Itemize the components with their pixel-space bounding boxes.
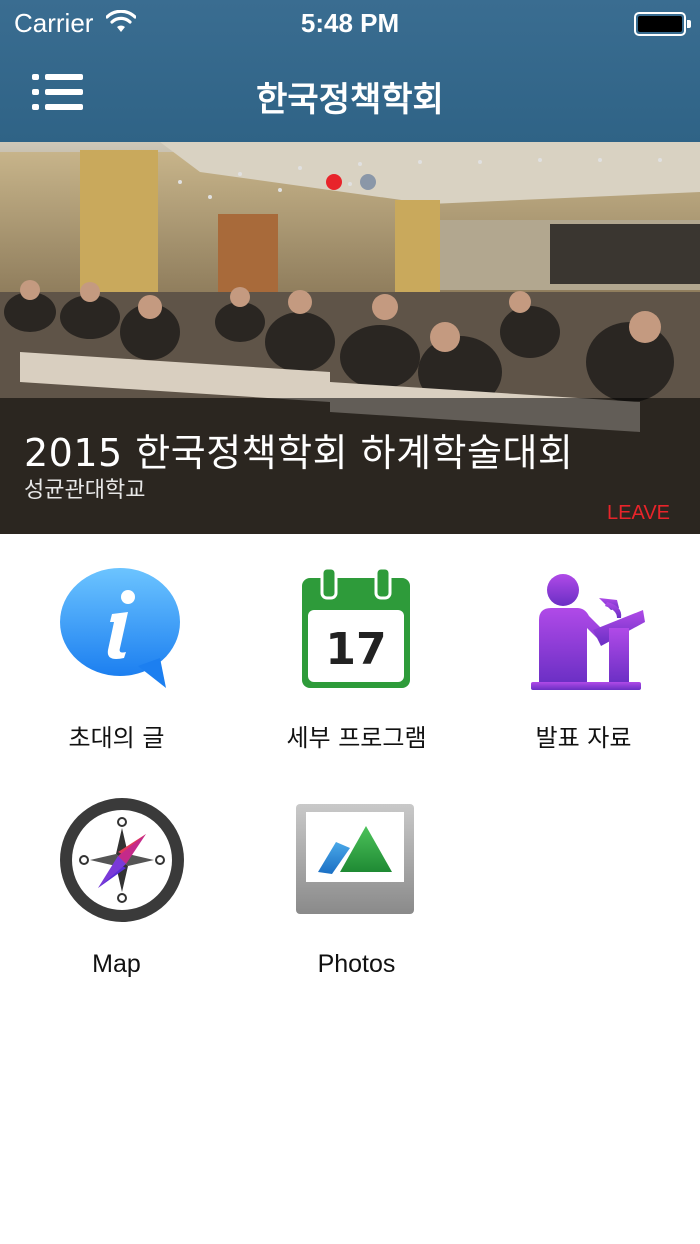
menu-label: 초대의 글 — [68, 724, 165, 752]
pager-dot[interactable] — [360, 174, 376, 190]
menu-label: Map — [92, 950, 141, 978]
presenter-podium-icon — [467, 566, 700, 706]
leave-button[interactable]: LEAVE — [607, 502, 670, 525]
top-bar: Carrier 5:48 PM 한국정책학회 — [0, 0, 700, 142]
event-banner[interactable]: 2015 한국정책학회 하계학술대회 성균관대학교 LEAVE — [0, 142, 700, 534]
calendar-icon: 17 — [240, 566, 473, 706]
status-time: 5:48 PM — [300, 8, 400, 38]
menu-label: 발표 자료 — [535, 724, 632, 752]
navigation-bar: 한국정책학회 — [0, 48, 700, 142]
compass-icon — [0, 798, 233, 938]
menu-label: 세부 프로그램 — [286, 724, 427, 752]
status-bar: Carrier 5:48 PM — [0, 0, 700, 48]
pager-dot-active[interactable] — [326, 174, 342, 190]
page-title: 한국정책학회 — [256, 80, 444, 120]
calendar-date: 17 — [325, 624, 386, 675]
menu-label: Photos — [317, 950, 396, 978]
info-bubble-icon — [0, 566, 233, 706]
event-venue: 성균관대학교 — [24, 478, 146, 503]
battery-icon — [634, 12, 691, 36]
event-title: 2015 한국정책학회 하계학술대회 — [24, 431, 574, 475]
photos-icon — [240, 798, 473, 938]
banner-caption: 2015 한국정책학회 하계학술대회 성균관대학교 LEAVE — [0, 398, 700, 534]
